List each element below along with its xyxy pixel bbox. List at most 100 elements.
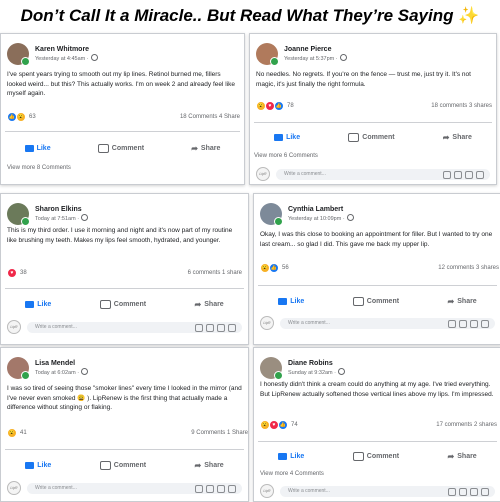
gif-icon[interactable]	[217, 484, 225, 493]
reaction-count: 41	[20, 430, 27, 436]
share-button[interactable]: ➦ Share	[195, 461, 224, 470]
emoji-icon[interactable]	[448, 319, 456, 328]
share-button[interactable]: ➦ Share	[195, 300, 224, 309]
author-name[interactable]: Sharon Elkins	[35, 205, 88, 214]
author-name[interactable]: Karen Whitmore	[35, 45, 98, 54]
user-avatar: LipR	[256, 167, 270, 181]
thumbs-up-icon	[25, 301, 35, 308]
like-button[interactable]: Like	[274, 133, 300, 142]
comment-button[interactable]: Comment	[348, 133, 395, 142]
online-status-icon	[21, 371, 30, 380]
emoji-icon[interactable]	[443, 170, 451, 179]
like-reaction-icon: 👍	[269, 263, 279, 273]
comment-icon	[99, 461, 111, 470]
avatar[interactable]	[260, 357, 283, 380]
post-header: Lisa Mendel Today at 6:02am ·	[7, 354, 89, 382]
post-actions: Like Comment ➦ Share	[254, 297, 500, 306]
reaction-summary[interactable]: 😮 ♥ 👍 78	[256, 101, 294, 111]
post-actions: Like Comment ➦ Share	[1, 144, 244, 153]
emoji-icon[interactable]	[448, 487, 456, 496]
camera-icon[interactable]	[454, 170, 462, 179]
comment-button[interactable]: Comment	[97, 144, 144, 153]
author-name[interactable]: Joanne Pierce	[284, 45, 347, 54]
avatar[interactable]	[7, 43, 30, 66]
post-time[interactable]: Today at 7:51am ·	[35, 216, 79, 222]
comment-input[interactable]: Write a comment...	[27, 482, 242, 494]
emoji-icon[interactable]	[195, 323, 203, 332]
comment-button[interactable]: Comment	[99, 300, 146, 309]
camera-icon[interactable]	[459, 487, 467, 496]
author-name[interactable]: Cynthia Lambert	[288, 205, 354, 214]
gif-icon[interactable]	[465, 170, 473, 179]
camera-icon[interactable]	[459, 319, 467, 328]
avatar[interactable]	[256, 43, 279, 66]
like-button[interactable]: Like	[278, 452, 304, 461]
post-stats[interactable]: 6 comments 1 share	[188, 270, 242, 276]
comment-input[interactable]: Write a comment...	[27, 321, 242, 333]
reaction-summary[interactable]: ♥ 38	[7, 268, 27, 278]
comment-composer: LipR Write a comment...	[256, 167, 490, 181]
author-name[interactable]: Lisa Mendel	[35, 359, 88, 368]
camera-icon[interactable]	[206, 484, 214, 493]
post-stats[interactable]: 12 comments 3 shares	[438, 265, 499, 271]
post-card-karen: Karen Whitmore Yesterday at 4:45am · I'v…	[0, 33, 245, 185]
sticker-icon[interactable]	[476, 170, 484, 179]
comment-input[interactable]: Write a comment...	[280, 485, 495, 497]
post-stats[interactable]: 9 Comments 1 Share	[191, 430, 248, 436]
share-label: Share	[457, 298, 477, 305]
like-button[interactable]: Like	[25, 461, 51, 470]
gif-icon[interactable]	[470, 319, 478, 328]
globe-icon	[346, 214, 354, 221]
avatar[interactable]	[7, 203, 30, 226]
post-time[interactable]: Yesterday at 10:09pm ·	[288, 216, 345, 222]
view-more-comments[interactable]: View more 6 Comments	[254, 153, 318, 159]
view-more-comments[interactable]: View more 4 Comments	[260, 471, 324, 477]
comment-button[interactable]: Comment	[99, 461, 146, 470]
share-icon: ➦	[447, 451, 455, 461]
comment-composer: LipR Write a comment...	[260, 316, 495, 330]
gif-icon[interactable]	[470, 487, 478, 496]
post-time[interactable]: Yesterday at 4:45am ·	[35, 56, 89, 62]
like-button[interactable]: Like	[278, 297, 304, 306]
avatar[interactable]	[260, 203, 283, 226]
post-stats[interactable]: 18 Comments 4 Share	[180, 114, 240, 120]
comment-input[interactable]: Write a comment...	[280, 317, 495, 329]
like-button[interactable]: Like	[24, 144, 51, 153]
like-label: Like	[36, 145, 51, 152]
sticker-icon[interactable]	[481, 319, 489, 328]
sticker-icon[interactable]	[228, 323, 236, 332]
divider	[5, 131, 240, 132]
comment-composer: LipR Write a comment...	[7, 481, 242, 495]
post-header: Diane Robins Sunday at 9:32am ·	[260, 354, 346, 382]
reaction-summary[interactable]: 😮 ♥ 👍 74	[260, 420, 298, 430]
share-button[interactable]: ➦ Share	[191, 144, 220, 153]
emoji-icon[interactable]	[195, 484, 203, 493]
comment-input[interactable]: Write a comment...	[276, 168, 490, 180]
reaction-summary[interactable]: 😮 👍 56	[260, 263, 289, 273]
post-stats[interactable]: 17 comments 2 shares	[436, 422, 497, 428]
camera-icon[interactable]	[206, 323, 214, 332]
comment-label: Comment	[366, 453, 400, 460]
sticker-icon[interactable]	[481, 487, 489, 496]
share-button[interactable]: ➦ Share	[448, 452, 477, 461]
user-avatar: LipR	[7, 320, 21, 334]
post-time[interactable]: Yesterday at 5:37pm ·	[284, 56, 338, 62]
comment-button[interactable]: Comment	[352, 452, 400, 461]
post-time[interactable]: Today at 6:02am ·	[35, 370, 79, 376]
share-button[interactable]: ➦ Share	[448, 297, 477, 306]
view-more-comments[interactable]: View more 8 Comments	[7, 165, 71, 171]
post-stats[interactable]: 18 comments 3 shares	[431, 103, 492, 109]
globe-icon	[81, 214, 89, 221]
reaction-summary[interactable]: 👍 😮 63	[7, 112, 36, 122]
post-time[interactable]: Sunday at 9:32am ·	[288, 370, 336, 376]
sticker-icon[interactable]	[228, 484, 236, 493]
comment-button[interactable]: Comment	[352, 297, 399, 306]
author-name[interactable]: Diane Robins	[288, 359, 345, 368]
avatar[interactable]	[7, 357, 30, 380]
share-button[interactable]: ➦ Share	[443, 133, 472, 142]
like-button[interactable]: Like	[25, 300, 51, 309]
reaction-summary[interactable]: 😮 41	[7, 428, 27, 438]
online-status-icon	[270, 57, 279, 66]
gif-icon[interactable]	[217, 323, 225, 332]
comment-composer: LipR Write a comment...	[7, 320, 242, 334]
